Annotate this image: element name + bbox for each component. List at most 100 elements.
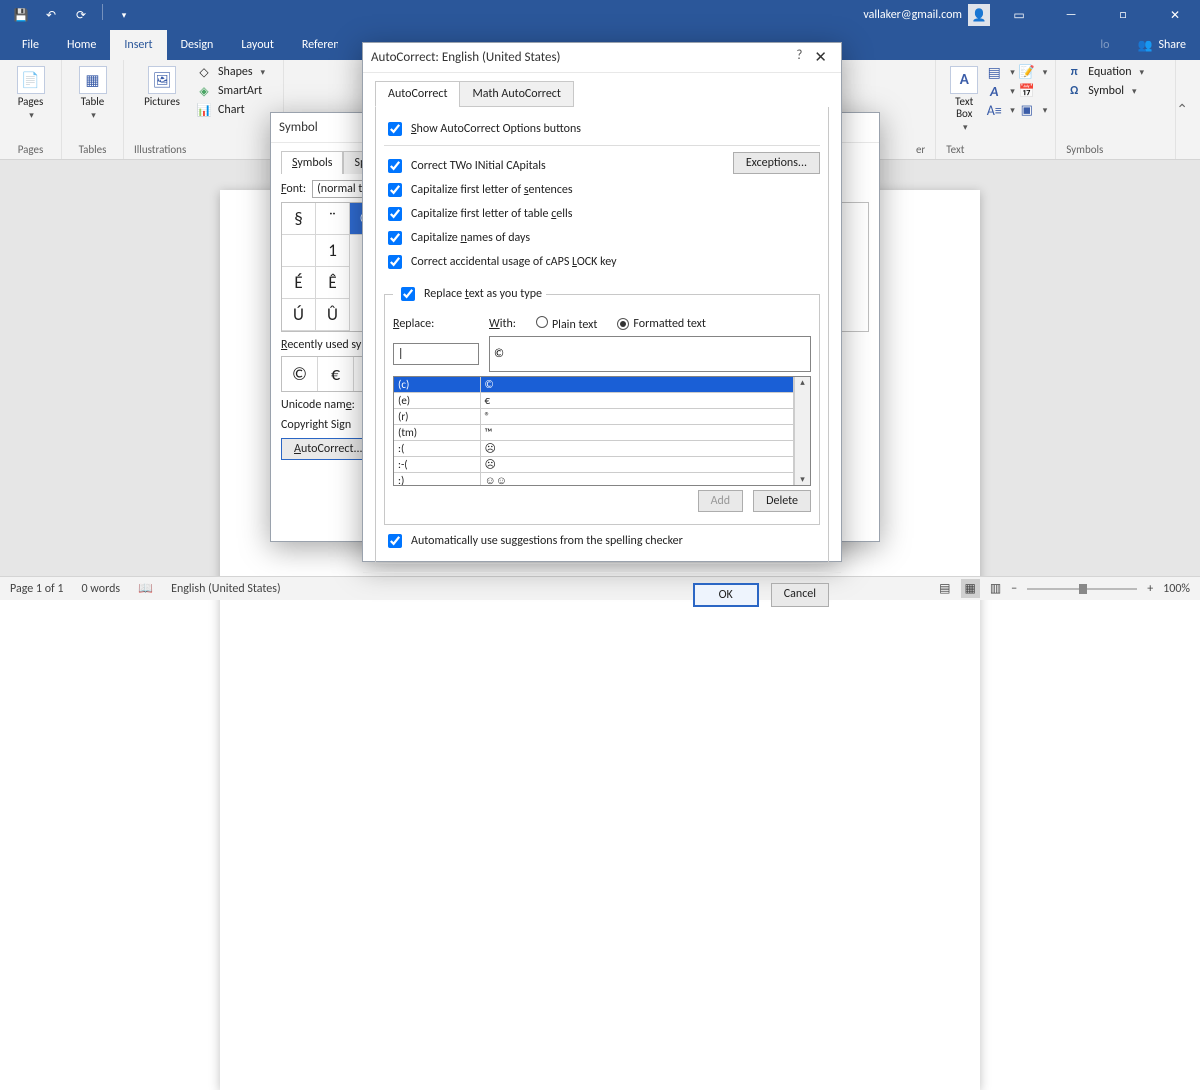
maximize-icon: □ — [1119, 8, 1126, 22]
list-item[interactable]: (r)® — [394, 409, 794, 425]
save-button[interactable]: 💾 — [8, 4, 34, 26]
status-words[interactable]: 0 words — [82, 582, 121, 596]
chk-spelling-suggestions[interactable] — [388, 534, 402, 548]
symbol-cell[interactable]: É — [282, 267, 316, 299]
wordart-icon: A — [986, 83, 1002, 99]
replace-label: Replace: — [393, 317, 479, 331]
textbox-button[interactable]: ATextBox▾ — [946, 64, 982, 135]
pages-button[interactable]: 📄Pages▾ — [3, 64, 59, 123]
maximize-button[interactable]: □ — [1100, 0, 1146, 30]
smartart-button[interactable]: ◈SmartArt — [196, 83, 265, 99]
help-button[interactable]: ? — [790, 48, 808, 67]
zoom-slider[interactable] — [1027, 588, 1137, 590]
tab-design[interactable]: Design — [167, 30, 228, 60]
cancel-button[interactable]: Cancel — [771, 583, 829, 607]
close-icon: ✕ — [1170, 8, 1180, 23]
tab-layout[interactable]: Layout — [227, 30, 288, 60]
symbol-cell[interactable] — [282, 235, 316, 267]
redo-icon: ⟳ — [76, 8, 86, 23]
recent-symbol[interactable]: € — [318, 357, 354, 391]
close-button[interactable]: ✕ — [1152, 0, 1198, 30]
radio-formatted-text[interactable] — [617, 318, 629, 330]
tab-file[interactable]: File — [8, 30, 53, 60]
list-item[interactable]: (c)© — [394, 377, 794, 393]
status-page[interactable]: Page 1 of 1 — [10, 582, 64, 596]
chk-days[interactable] — [388, 231, 402, 245]
read-mode-icon[interactable]: ▤ — [939, 581, 950, 596]
collapse-ribbon[interactable]: ⌃ — [1176, 101, 1188, 118]
zoom-thumb[interactable] — [1079, 584, 1087, 594]
exceptions-button[interactable]: Exceptions... — [733, 152, 820, 174]
symbol-cell[interactable]: 1 — [316, 235, 350, 267]
list-item[interactable]: :-(☹ — [394, 457, 794, 473]
user-icon: 👤 — [972, 8, 987, 23]
datetime-button[interactable]: 📅 — [1019, 83, 1048, 99]
zoom-in-button[interactable]: + — [1147, 582, 1153, 596]
spellcheck-icon[interactable]: 📖 — [138, 581, 153, 596]
tab-math-autocorrect[interactable]: Math AutoCorrect — [459, 81, 573, 107]
add-button[interactable]: Add — [698, 490, 744, 512]
zoom-out-button[interactable]: − — [1011, 582, 1017, 596]
ok-button[interactable]: OK — [693, 583, 759, 607]
scroll-down-icon: ▾ — [800, 474, 805, 485]
tab-symbols[interactable]: Symbols — [281, 151, 343, 174]
equation-label: Equation — [1088, 65, 1131, 79]
equation-button[interactable]: πEquation▾ — [1066, 64, 1144, 80]
qat-dropdown[interactable]: ▾ — [111, 4, 137, 26]
chk-two-caps[interactable] — [388, 159, 402, 173]
chart-button[interactable]: 📊Chart — [196, 102, 265, 118]
list-item[interactable]: (e)€ — [394, 393, 794, 409]
share-button[interactable]: 👥Share — [1123, 38, 1200, 53]
undo-button[interactable]: ↶ — [38, 4, 64, 26]
symbol-cell[interactable]: Û — [316, 299, 350, 331]
signature-button[interactable]: 📝▾ — [1019, 64, 1048, 80]
tab-autocorrect[interactable]: AutoCorrect — [375, 81, 460, 107]
chk-two-caps-label: Correct TWo INitial CApitals — [411, 159, 546, 173]
dialog-close-button[interactable]: ✕ — [808, 48, 833, 67]
table-button[interactable]: ▦Table▾ — [65, 64, 121, 123]
radio-plain-text[interactable] — [536, 316, 548, 328]
pictures-button[interactable]: 🖼Pictures — [134, 64, 190, 110]
dropcap-button[interactable]: A≡▾ — [986, 102, 1015, 118]
chk-cells[interactable] — [388, 207, 402, 221]
quickparts-button[interactable]: ▤▾ — [986, 64, 1015, 80]
tab-references[interactable]: References — [288, 30, 338, 60]
chk-sentences[interactable] — [388, 183, 402, 197]
with-input[interactable] — [489, 336, 811, 372]
chart-icon: 📊 — [196, 102, 212, 118]
recent-symbol[interactable]: © — [282, 357, 318, 391]
web-layout-icon[interactable]: ▥ — [990, 581, 1001, 596]
list-item[interactable]: (tm)™ — [394, 425, 794, 441]
avatar[interactable]: 👤 — [968, 4, 990, 26]
zoom-level[interactable]: 100% — [1163, 582, 1190, 596]
tab-insert[interactable]: Insert — [110, 30, 166, 60]
symbol-cell[interactable]: § — [282, 203, 316, 235]
print-layout-icon[interactable]: ▦ — [961, 579, 980, 598]
chk-show-options[interactable] — [388, 122, 402, 136]
shapes-button[interactable]: ◇Shapes▾ — [196, 64, 265, 80]
close-icon: ✕ — [814, 49, 827, 67]
ribbon-options-icon: ▭ — [1013, 8, 1024, 23]
symbol-cell[interactable]: Ú — [282, 299, 316, 331]
replacement-list[interactable]: (c)© (e)€ (r)® (tm)™ :(☹ :-(☹ :)☺☺ ▴▾ — [393, 376, 811, 486]
list-item[interactable]: :)☺☺ — [394, 473, 794, 487]
scrollbar[interactable]: ▴▾ — [794, 377, 810, 485]
minimize-button[interactable]: — — [1048, 0, 1094, 30]
chevron-up-icon: ⌃ — [1176, 101, 1188, 118]
symbol-cell[interactable]: ¨ — [316, 203, 350, 235]
symbol-button[interactable]: ΩSymbol▾ — [1066, 83, 1144, 99]
symbol-cell[interactable]: Ê — [316, 267, 350, 299]
tab-home[interactable]: Home — [53, 30, 110, 60]
status-language[interactable]: English (United States) — [171, 582, 281, 596]
ribbon-display-options[interactable]: ▭ — [996, 0, 1042, 30]
object-button[interactable]: ▣▾ — [1019, 102, 1048, 118]
replace-input[interactable] — [393, 343, 479, 365]
wordart-button[interactable]: A▾ — [986, 83, 1015, 99]
redo-button[interactable]: ⟳ — [68, 4, 94, 26]
chk-capslock[interactable] — [388, 255, 402, 269]
list-item[interactable]: :(☹ — [394, 441, 794, 457]
chk-replace-as-type[interactable] — [401, 287, 415, 301]
tab-tellme[interactable]: lo — [1086, 30, 1123, 60]
user-email[interactable]: vallaker@gmail.com — [863, 8, 962, 22]
delete-button[interactable]: Delete — [753, 490, 811, 512]
